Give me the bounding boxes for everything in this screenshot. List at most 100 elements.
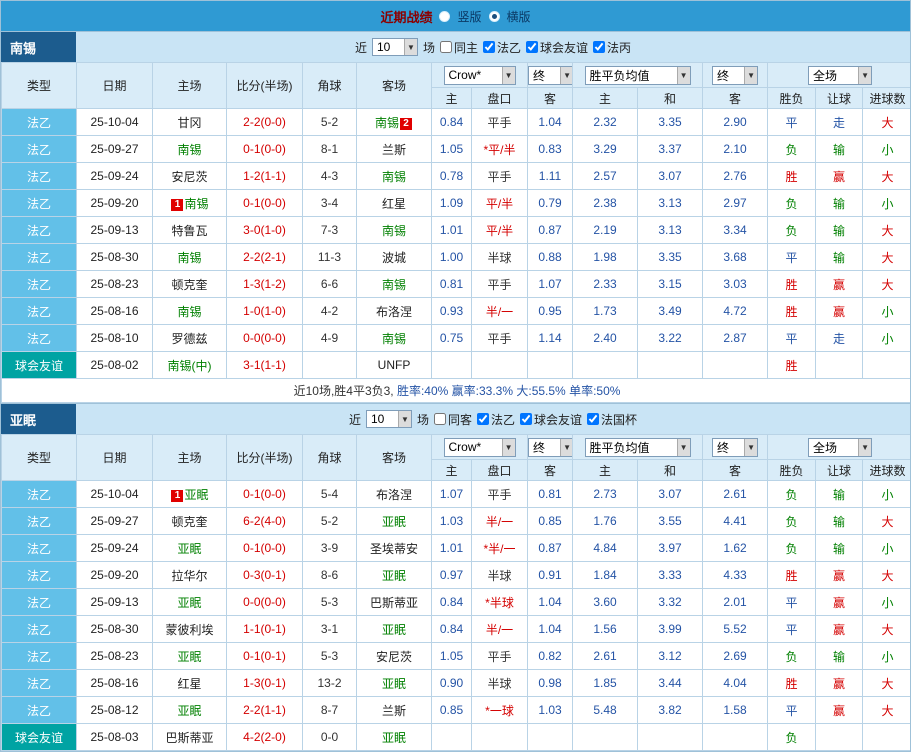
match-type-cell: 法乙 — [1, 135, 77, 163]
team-link[interactable]: 亚眠 — [382, 731, 406, 745]
filter-checkbox-league[interactable]: 法乙 — [483, 39, 521, 56]
team-link[interactable]: 亚眠 — [382, 623, 406, 637]
same-venue-checkbox[interactable] — [433, 413, 446, 425]
filter-near-label: 近 — [348, 412, 361, 427]
team-link[interactable]: 布洛涅 — [376, 488, 412, 502]
team-link[interactable]: 南锡 — [382, 278, 406, 292]
away-team: 圣埃蒂安 — [356, 534, 432, 562]
match-type-cell: 法乙 — [1, 507, 77, 535]
home-odds: 1.05 — [431, 642, 472, 670]
avg-odds-select[interactable]: 胜平负均值 ▼ — [584, 437, 691, 457]
team-link[interactable]: 圣埃蒂安 — [370, 542, 418, 556]
bookmaker-select[interactable]: Crow* ▼ — [443, 437, 516, 457]
team-link[interactable]: 兰斯 — [382, 143, 406, 157]
vertical-view-radio[interactable] — [439, 10, 451, 22]
team-link[interactable]: 红星 — [382, 197, 406, 211]
other-comp-checkbox[interactable] — [587, 413, 600, 425]
avg-home-odds: 1.85 — [572, 669, 638, 697]
team-link[interactable]: 巴斯蒂亚 — [165, 731, 213, 745]
final-odds-select[interactable]: 终 ▼ — [528, 437, 572, 457]
home-odds: 1.03 — [431, 507, 472, 535]
filter-checkbox-friendly[interactable]: 球会友谊 — [520, 411, 582, 428]
team-link[interactable]: 亚眠 — [177, 704, 201, 718]
team-link[interactable]: 波城 — [382, 251, 406, 265]
friendly-checkbox[interactable] — [520, 413, 533, 425]
vertical-view-label[interactable]: 竖版 — [457, 8, 481, 25]
team-link[interactable]: 特鲁瓦 — [171, 224, 207, 238]
avg-home-odds: 5.48 — [572, 696, 638, 724]
home-odds: 0.81 — [431, 270, 472, 298]
league-checkbox[interactable] — [477, 413, 489, 425]
final-odds-select[interactable]: 终 ▼ — [528, 65, 572, 85]
avg-away-odds: 2.61 — [702, 480, 768, 508]
filter-checkbox-other[interactable]: 法丙 — [593, 39, 631, 56]
avg-draw-odds: 3.12 — [637, 642, 703, 670]
col-odds-home: 主 — [431, 87, 472, 109]
filter-checkbox-same-venue[interactable]: 同主 — [439, 39, 478, 56]
team-link[interactable]: 南锡 — [382, 170, 406, 184]
team-link[interactable]: 南锡 — [184, 197, 208, 211]
league-checkbox[interactable] — [483, 41, 495, 53]
team-link[interactable]: 亚眠 — [382, 677, 406, 691]
away-odds: 0.85 — [527, 507, 573, 535]
team-link[interactable]: 南锡 — [382, 332, 406, 346]
team-link[interactable]: 罗德兹 — [171, 332, 207, 346]
chevron-down-icon: ▼ — [404, 39, 417, 55]
team-link[interactable]: 安尼茨 — [376, 650, 412, 664]
corner-count: 4-3 — [302, 162, 357, 190]
team-link[interactable]: 顿克奎 — [171, 515, 207, 529]
team-link[interactable]: 亚眠 — [177, 650, 201, 664]
friendly-checkbox[interactable] — [526, 41, 539, 53]
filter-checkbox-league[interactable]: 法乙 — [477, 411, 515, 428]
filter-checkbox-friendly[interactable]: 球会友谊 — [526, 39, 588, 56]
team-link[interactable]: 蒙彼利埃 — [165, 623, 213, 637]
match-score: 0-1(0-0) — [226, 480, 303, 508]
avg-away-odds: 4.04 — [702, 669, 768, 697]
away-odds — [527, 723, 573, 751]
filter-checkbox-same-venue[interactable]: 同客 — [433, 411, 472, 428]
team-link[interactable]: 亚眠 — [177, 542, 201, 556]
same-venue-checkbox[interactable] — [439, 41, 452, 53]
team-link[interactable]: 安尼茨 — [171, 170, 207, 184]
checkbox-label: 法丙 — [607, 40, 632, 55]
team-link[interactable]: 亚眠 — [177, 596, 201, 610]
other-comp-checkbox[interactable] — [593, 41, 606, 53]
avg-draw-odds: 3.35 — [637, 108, 703, 136]
team-link[interactable]: 拉华尔 — [171, 569, 207, 583]
col-date: 日期 — [76, 62, 153, 109]
match-result: 负 — [767, 534, 816, 562]
team-link[interactable]: UNFP — [378, 358, 411, 372]
final-odds-value: 终 — [533, 440, 546, 455]
team-link[interactable]: 布洛涅 — [376, 305, 412, 319]
match-count-select[interactable]: 10 ▼ — [371, 38, 418, 56]
team-link[interactable]: 兰斯 — [382, 704, 406, 718]
team-link[interactable]: 亚眠 — [184, 488, 208, 502]
avg-odds-select[interactable]: 胜平负均值 ▼ — [584, 65, 691, 85]
chevron-down-icon: ▼ — [501, 66, 515, 84]
filter-games-label: 场 — [416, 412, 429, 427]
fulltime-select[interactable]: 全场 ▼ — [808, 65, 873, 85]
final-avg-select[interactable]: 终 ▼ — [712, 65, 758, 85]
team-link[interactable]: 南锡(中) — [168, 359, 212, 373]
match-count-select[interactable]: 10 ▼ — [365, 410, 412, 428]
fulltime-select[interactable]: 全场 ▼ — [808, 437, 873, 457]
match-row: 法乙 25-08-23 亚眠 0-1(0-1) 5-3 安尼茨 1.05 平手 0.82 2.61… — [1, 642, 910, 670]
filter-checkbox-other[interactable]: 法国杯 — [587, 411, 637, 428]
team-link[interactable]: 亚眠 — [382, 569, 406, 583]
team-link[interactable]: 巴斯蒂亚 — [370, 596, 418, 610]
team-link[interactable]: 南锡 — [177, 251, 201, 265]
checkbox-label: 球会友谊 — [534, 412, 583, 427]
team-link[interactable]: 南锡 — [382, 224, 406, 238]
horizontal-view-radio[interactable] — [488, 10, 500, 22]
team-link[interactable]: 南锡 — [177, 305, 201, 319]
team-link[interactable]: 甘冈 — [177, 116, 201, 130]
team-link[interactable]: 顿克奎 — [171, 278, 207, 292]
final-avg-select[interactable]: 终 ▼ — [712, 437, 758, 457]
team-link[interactable]: 红星 — [177, 677, 201, 691]
team-link[interactable]: 南锡 — [177, 143, 201, 157]
team-link[interactable]: 亚眠 — [382, 515, 406, 529]
match-row: 法乙 25-09-20 1 南锡 0-1(0-0) 3-4 红星 1.09 平/半 0.79 2.3… — [1, 189, 910, 217]
team-link[interactable]: 南锡 — [375, 116, 399, 130]
horizontal-view-label[interactable]: 横版 — [507, 8, 531, 25]
bookmaker-select[interactable]: Crow* ▼ — [443, 65, 516, 85]
